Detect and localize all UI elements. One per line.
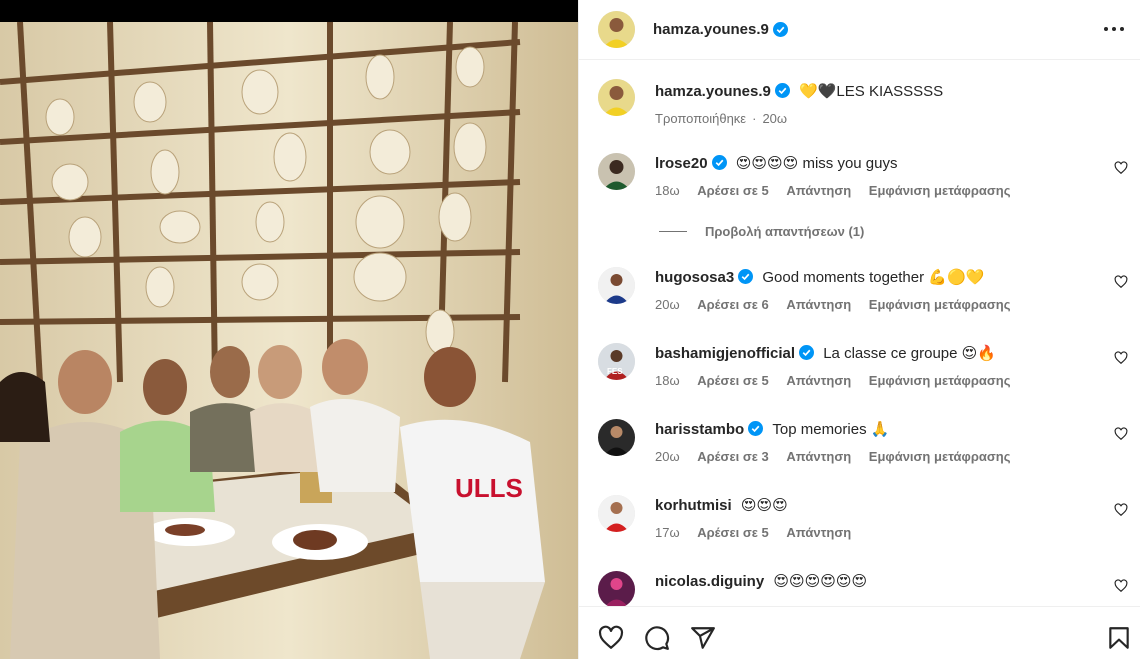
comment-timestamp[interactable]: 20ω — [655, 449, 680, 464]
comments-list[interactable]: hamza.younes.9 💛🖤LES KIASSSSS Τροποποιήθ… — [579, 61, 1140, 606]
verified-badge-icon — [772, 22, 788, 37]
photo-top-bar — [0, 0, 578, 22]
verified-badge-icon — [711, 155, 727, 170]
view-replies-button[interactable]: Προβολή απαντήσεων (1) — [659, 224, 864, 239]
post-details-panel: hamza.younes.9 hamza.younes.9 💛🖤LES KIAS… — [578, 0, 1140, 659]
comment-text: Top memories — [772, 421, 867, 438]
svg-text:FES: FES — [607, 367, 623, 376]
post-action-bar — [579, 606, 1140, 659]
comment-emojis: 😍🔥 — [961, 344, 996, 362]
author-username[interactable]: hamza.younes.9 — [653, 21, 769, 38]
comment-item: harisstambo Top memories 🙏 20ω Αρέσει σε… — [598, 419, 1128, 469]
like-comment-heart-icon[interactable] — [1114, 161, 1128, 175]
comment-item: FES bashamigjenofficial La classe ce gro… — [598, 343, 1128, 393]
comment-timestamp[interactable]: 20ω — [655, 297, 680, 312]
like-comment-heart-icon[interactable] — [1114, 427, 1128, 441]
comment-likes-count[interactable]: Αρέσει σε 5 — [697, 373, 769, 388]
reply-button[interactable]: Απάντηση — [786, 449, 851, 464]
commenter-username[interactable]: korhutmisi — [655, 497, 732, 514]
caption-text: LES KIASSSSS — [836, 83, 944, 100]
like-comment-heart-icon[interactable] — [1114, 351, 1128, 365]
commenter-avatar[interactable] — [598, 419, 635, 456]
comment-likes-count[interactable]: Αρέσει σε 3 — [697, 449, 769, 464]
caption-meta: Τροποποιήθηκε · 20ω — [655, 111, 788, 126]
verified-badge-icon — [774, 83, 790, 98]
reply-button[interactable]: Απάντηση — [786, 297, 851, 312]
comment-timestamp[interactable]: 18ω — [655, 183, 680, 198]
heart-icon[interactable] — [598, 625, 624, 651]
commenter-avatar[interactable] — [598, 153, 635, 190]
instagram-post-viewer: ULLS hamza.younes.9 hamza.younes.9 💛🖤LES… — [0, 0, 1140, 659]
reply-button[interactable]: Απάντηση — [786, 525, 851, 540]
comment-text: La classe ce groupe — [823, 345, 958, 362]
verified-badge-icon — [799, 345, 815, 360]
comment-item: lrose20 😍😍😍😍 miss you guys 18ω Αρέσει σε… — [598, 153, 1128, 203]
caption-timestamp[interactable]: 20ω — [762, 111, 787, 126]
post-photo[interactable]: ULLS — [0, 22, 578, 659]
comment-timestamp[interactable]: 18ω — [655, 373, 680, 388]
comment-emojis: 😍😍😍😍😍😍 — [773, 572, 868, 590]
commenter-avatar[interactable]: FES — [598, 343, 635, 380]
reply-button[interactable]: Απάντηση — [786, 183, 851, 198]
svg-text:ULLS: ULLS — [455, 473, 523, 503]
view-replies-label: Προβολή απαντήσεων (1) — [705, 224, 865, 239]
comment-item: hugososa3 Good moments together 💪🟡💛 20ω … — [598, 267, 1128, 317]
commenter-username[interactable]: hugososa3 — [655, 269, 734, 286]
see-translation-button[interactable]: Εμφάνιση μετάφρασης — [869, 373, 1011, 388]
commenter-avatar[interactable] — [598, 267, 635, 304]
caption-author-avatar[interactable] — [598, 79, 635, 116]
comment-timestamp[interactable]: 17ω — [655, 525, 680, 540]
post-photo-illustration: ULLS — [0, 22, 578, 659]
more-options-button[interactable] — [1101, 16, 1127, 42]
like-comment-heart-icon[interactable] — [1114, 579, 1128, 593]
verified-badge-icon — [738, 269, 754, 284]
comment-emojis: 💪🟡💛 — [928, 268, 985, 286]
caption-emojis: 💛🖤 — [799, 82, 837, 100]
comment-text: miss you guys — [802, 155, 898, 172]
replies-divider — [659, 231, 687, 232]
post-header: hamza.younes.9 — [579, 0, 1140, 60]
comment-item: nicolas.diguiny 😍😍😍😍😍😍 — [598, 571, 1128, 606]
comment-text: Good moments together — [762, 269, 925, 286]
commenter-avatar[interactable] — [598, 495, 635, 532]
comment-likes-count[interactable]: Αρέσει σε 5 — [697, 525, 769, 540]
commenter-username[interactable]: harisstambo — [655, 421, 744, 438]
like-comment-heart-icon[interactable] — [1114, 275, 1128, 289]
more-horizontal-icon — [1104, 27, 1124, 31]
verified-badge-icon — [748, 421, 764, 436]
comment-emojis: 😍😍😍😍 — [735, 154, 799, 172]
comment-emojis: 😍😍😍 — [740, 496, 788, 514]
commenter-username[interactable]: nicolas.diguiny — [655, 573, 764, 590]
comment-likes-count[interactable]: Αρέσει σε 6 — [697, 297, 769, 312]
comment-icon[interactable] — [644, 625, 670, 651]
commenter-username[interactable]: lrose20 — [655, 155, 708, 172]
like-comment-heart-icon[interactable] — [1114, 503, 1128, 517]
author-avatar[interactable] — [598, 11, 635, 48]
share-icon[interactable] — [690, 625, 716, 651]
caption: hamza.younes.9 💛🖤LES KIASSSSS Τροποποιήθ… — [598, 79, 1128, 139]
caption-edited-label: Τροποποιήθηκε — [655, 111, 747, 126]
caption-author-username[interactable]: hamza.younes.9 — [655, 83, 771, 100]
see-translation-button[interactable]: Εμφάνιση μετάφρασης — [869, 297, 1011, 312]
bookmark-icon[interactable] — [1106, 625, 1132, 651]
comment-emojis: 🙏 — [870, 420, 890, 438]
see-translation-button[interactable]: Εμφάνιση μετάφρασης — [869, 449, 1011, 464]
commenter-avatar[interactable] — [598, 571, 635, 606]
reply-button[interactable]: Απάντηση — [786, 373, 851, 388]
commenter-username[interactable]: bashamigjenofficial — [655, 345, 795, 362]
see-translation-button[interactable]: Εμφάνιση μετάφρασης — [869, 183, 1011, 198]
comment-item: korhutmisi 😍😍😍 17ω Αρέσει σε 5 Απάντηση — [598, 495, 1128, 545]
comment-likes-count[interactable]: Αρέσει σε 5 — [697, 183, 769, 198]
